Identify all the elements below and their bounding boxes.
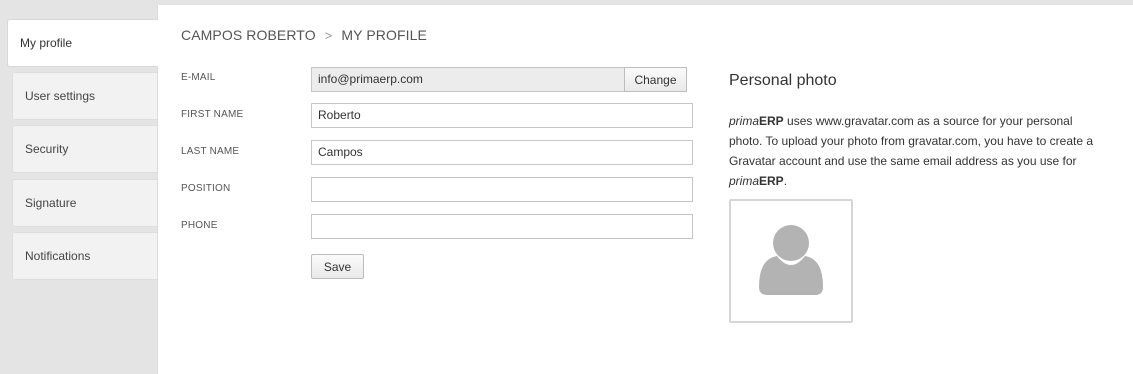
sidebar-item-label: Notifications: [25, 249, 91, 263]
brand-prefix: prima: [729, 174, 760, 188]
sidebar-item-signature[interactable]: Signature: [12, 179, 157, 227]
brand-suffix: ERP: [759, 174, 784, 188]
avatar[interactable]: [729, 199, 853, 323]
description-end: .: [783, 174, 788, 188]
brand-prefix: prima: [729, 114, 760, 128]
breadcrumb-current: MY PROFILE: [341, 27, 427, 43]
email-field: info@primaerp.com: [311, 67, 625, 92]
change-email-button[interactable]: Change: [624, 67, 687, 92]
personal-photo-title: Personal photo: [729, 72, 837, 89]
phone-label: PHONE: [181, 220, 218, 231]
breadcrumb-separator: >: [324, 27, 333, 43]
sidebar-item-my-profile[interactable]: My profile: [7, 19, 158, 67]
sidebar-item-notifications[interactable]: Notifications: [12, 232, 157, 280]
person-silhouette-icon: [759, 225, 823, 295]
brand-suffix: ERP: [759, 114, 784, 128]
description-text: uses www.gravatar.com as a source for yo…: [729, 114, 1094, 168]
personal-photo-description: primaERP uses www.gravatar.com as a sour…: [729, 111, 1109, 191]
sidebar-item-label: Signature: [25, 196, 77, 210]
position-field[interactable]: [311, 177, 693, 202]
last-name-label: LAST NAME: [181, 146, 240, 157]
save-button[interactable]: Save: [311, 254, 364, 279]
sidebar-item-label: Security: [25, 142, 69, 156]
main-panel: CAMPOS ROBERTO > MY PROFILE E-MAIL info@…: [157, 5, 1133, 374]
sidebar: My profile User settings Security Signat…: [0, 0, 158, 374]
position-label: POSITION: [181, 183, 231, 194]
sidebar-item-label: My profile: [20, 36, 73, 50]
sidebar-item-user-settings[interactable]: User settings: [12, 72, 157, 120]
breadcrumb: CAMPOS ROBERTO > MY PROFILE: [181, 27, 427, 43]
phone-field[interactable]: [311, 214, 693, 239]
last-name-field[interactable]: Campos: [311, 140, 693, 165]
sidebar-item-security[interactable]: Security: [12, 125, 157, 173]
email-label: E-MAIL: [181, 72, 216, 83]
first-name-label: FIRST NAME: [181, 109, 244, 120]
first-name-field[interactable]: Roberto: [311, 103, 693, 128]
breadcrumb-parent[interactable]: CAMPOS ROBERTO: [181, 27, 316, 43]
sidebar-item-label: User settings: [25, 89, 96, 103]
